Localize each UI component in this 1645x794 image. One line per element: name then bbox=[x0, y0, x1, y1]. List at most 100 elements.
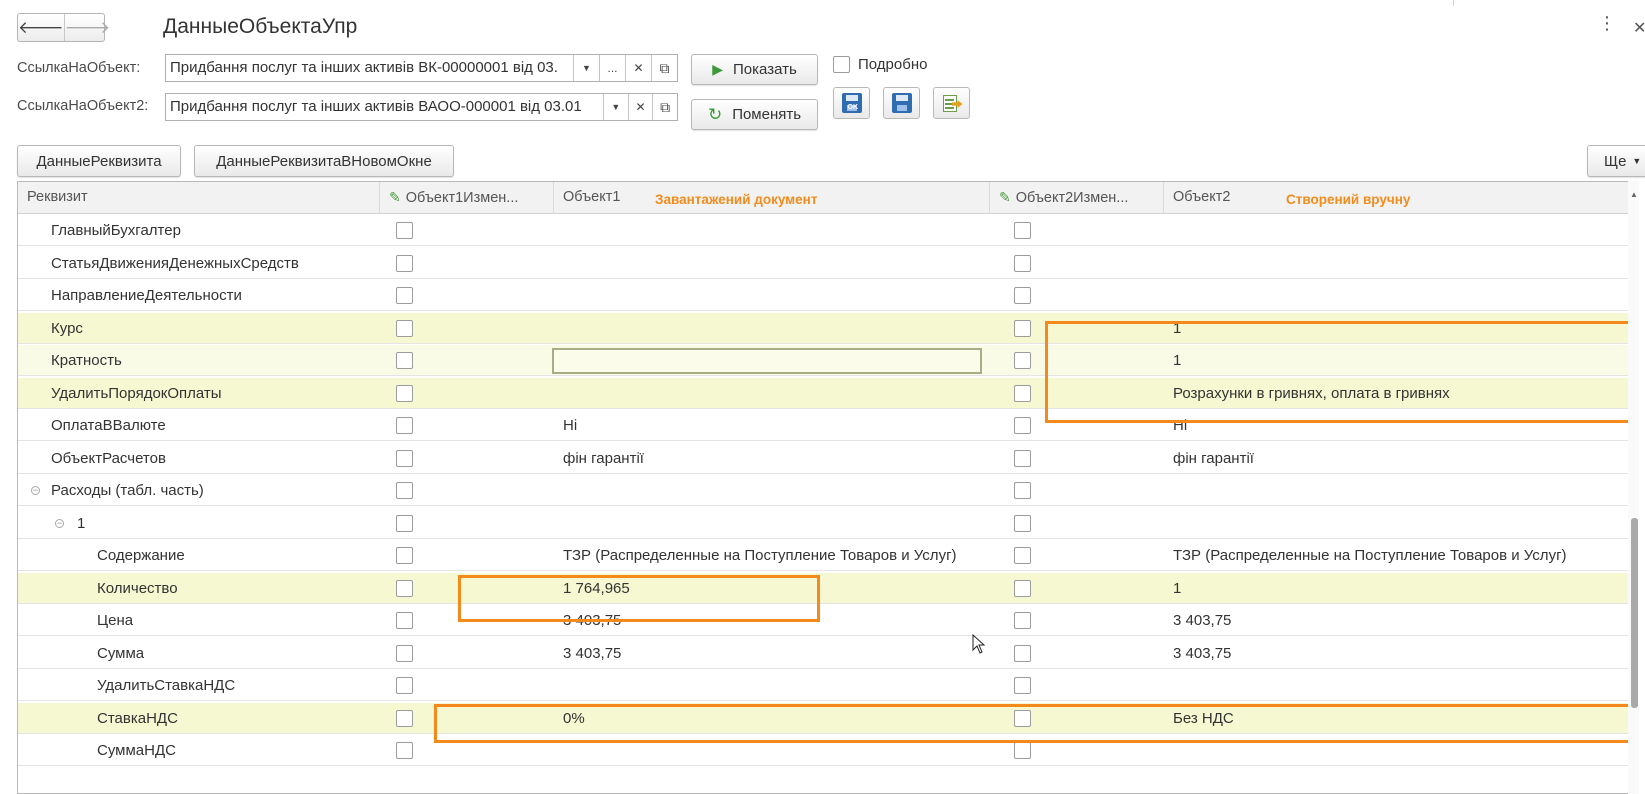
obj2-changed-checkbox[interactable] bbox=[1014, 417, 1031, 434]
table-row[interactable]: УдалитьСтавкаНДС bbox=[18, 670, 1638, 701]
save-ok-icon-label: OK bbox=[847, 104, 859, 111]
scrollbar-thumb[interactable] bbox=[1631, 518, 1638, 708]
table-row[interactable]: Цена 3 403,75 3 403,75 bbox=[18, 605, 1638, 636]
table-row[interactable]: Сумма 3 403,75 3 403,75 bbox=[18, 638, 1638, 669]
attribute-name: СтавкаНДС bbox=[97, 709, 178, 727]
obj2-value[interactable]: фін гарантії bbox=[1173, 443, 1254, 474]
table-row[interactable]: НаправлениеДеятельности bbox=[18, 280, 1638, 311]
table-row[interactable]: −1 bbox=[18, 508, 1638, 539]
obj2-changed-checkbox[interactable] bbox=[1014, 319, 1031, 337]
obj2-changed-checkbox[interactable] bbox=[1014, 449, 1031, 467]
save-icon bbox=[891, 93, 912, 113]
obj1-changed-checkbox[interactable] bbox=[396, 482, 413, 499]
scroll-up-icon[interactable]: ▲ bbox=[1630, 190, 1638, 199]
column-header-attribute[interactable]: Реквизит bbox=[18, 182, 380, 214]
swap-button[interactable]: ↻ Поменять bbox=[691, 99, 818, 130]
obj1-changed-checkbox[interactable] bbox=[396, 319, 413, 337]
obj1-changed-checkbox[interactable] bbox=[396, 384, 413, 402]
obj2-changed-checkbox[interactable] bbox=[1014, 482, 1031, 499]
ellipsis-icon[interactable]: ... bbox=[599, 55, 625, 81]
table-row[interactable]: − Расходы (табл. часть) bbox=[18, 475, 1638, 506]
obj2-changed-checkbox[interactable] bbox=[1014, 287, 1031, 304]
obj2-value[interactable]: 1 bbox=[1173, 573, 1181, 604]
obj2-changed-checkbox[interactable] bbox=[1014, 579, 1031, 597]
obj1-changed-checkbox[interactable] bbox=[396, 287, 413, 304]
attr-data-new-window-button[interactable]: ДанныеРеквизитаВНовомОкне bbox=[194, 145, 454, 177]
table-row[interactable]: Содержание ТЗР (Распределенные на Поступл… bbox=[18, 540, 1638, 571]
pencil-icon: ✎ bbox=[999, 189, 1011, 205]
obj2-changed-checkbox[interactable] bbox=[1014, 254, 1031, 272]
ref2-field[interactable]: Придбання послуг та інших активів ВАОО-0… bbox=[165, 93, 678, 121]
ref1-field[interactable]: Придбання послуг та інших активів ВК-000… bbox=[165, 54, 678, 82]
table-row[interactable]: Количество 1 764,965 1 bbox=[18, 572, 1638, 604]
obj1-changed-checkbox[interactable] bbox=[396, 254, 413, 272]
obj2-changed-checkbox[interactable] bbox=[1014, 612, 1031, 629]
obj2-changed-checkbox[interactable] bbox=[1014, 742, 1031, 759]
attribute-name: 1 bbox=[77, 514, 86, 532]
show-button[interactable]: ▶ Показать bbox=[691, 54, 818, 85]
open-icon[interactable]: ⧉ bbox=[651, 55, 677, 81]
save-ok-button[interactable]: OK bbox=[833, 87, 870, 119]
attr-data-button[interactable]: ДанныеРеквизита bbox=[17, 145, 181, 177]
obj1-changed-checkbox[interactable] bbox=[396, 352, 413, 369]
annotation-box-quantity bbox=[458, 575, 820, 622]
save-button[interactable] bbox=[883, 87, 920, 119]
obj1-value[interactable]: ТЗР (Распределенные на Поступление Товар… bbox=[563, 540, 957, 571]
collapse-icon[interactable]: − bbox=[55, 518, 64, 528]
obj1-changed-checkbox[interactable] bbox=[396, 547, 413, 564]
collapse-icon[interactable]: − bbox=[31, 486, 40, 495]
table-row[interactable]: СтатьяДвиженияДенежныхСредств bbox=[18, 248, 1638, 279]
ref2-value[interactable]: Придбання послуг та інших активів ВАОО-0… bbox=[166, 94, 603, 120]
obj2-value[interactable]: 3 403,75 bbox=[1173, 605, 1231, 636]
obj2-changed-checkbox[interactable] bbox=[1014, 222, 1031, 239]
obj1-changed-checkbox[interactable] bbox=[396, 449, 413, 467]
show-button-label: Показать bbox=[733, 61, 797, 78]
obj1-value[interactable]: 3 403,75 bbox=[563, 638, 621, 669]
attribute-name: НаправлениеДеятельности bbox=[51, 287, 242, 304]
obj1-changed-checkbox[interactable] bbox=[396, 579, 413, 597]
obj1-changed-checkbox[interactable] bbox=[396, 514, 413, 532]
obj2-changed-checkbox[interactable] bbox=[1014, 547, 1031, 564]
obj2-changed-checkbox[interactable] bbox=[1014, 644, 1031, 662]
detail-checkbox[interactable] bbox=[833, 56, 850, 73]
table-row[interactable]: ОбъектРасчетов фін гарантії фін гарантії bbox=[18, 443, 1638, 474]
obj1-changed-checkbox[interactable] bbox=[396, 612, 413, 629]
dropdown-arrow-icon[interactable]: ▼ bbox=[603, 94, 628, 120]
clear-icon[interactable]: ✕ bbox=[627, 94, 653, 120]
obj1-edit-field[interactable] bbox=[552, 348, 982, 374]
obj1-changed-checkbox[interactable] bbox=[396, 709, 413, 727]
ref1-value[interactable]: Придбання послуг та інших активів ВК-000… bbox=[166, 55, 573, 81]
clear-icon[interactable]: ✕ bbox=[625, 55, 651, 81]
attribute-name: Содержание bbox=[97, 547, 185, 564]
obj1-changed-checkbox[interactable] bbox=[396, 417, 413, 434]
more-vertical-icon[interactable]: ⋮ bbox=[1598, 14, 1616, 32]
obj2-changed-checkbox[interactable] bbox=[1014, 514, 1031, 532]
obj2-changed-checkbox[interactable] bbox=[1014, 352, 1031, 369]
obj1-changed-checkbox[interactable] bbox=[396, 644, 413, 662]
attribute-name: СтатьяДвиженияДенежныхСредств bbox=[51, 254, 299, 272]
obj2-changed-checkbox[interactable] bbox=[1014, 384, 1031, 402]
column-header-obj2-changed[interactable]: ✎ Объект2Измен... bbox=[990, 182, 1164, 214]
obj1-value[interactable]: Ні bbox=[563, 410, 577, 441]
obj2-changed-checkbox[interactable] bbox=[1014, 677, 1031, 694]
obj1-changed-checkbox[interactable] bbox=[396, 222, 413, 239]
dropdown-arrow-icon[interactable]: ▼ bbox=[573, 55, 599, 81]
export-button[interactable] bbox=[933, 87, 970, 119]
back-arrow-icon[interactable]: 🡐 bbox=[18, 14, 64, 41]
column-header-obj1-changed[interactable]: ✎ Объект1Измен... bbox=[380, 182, 554, 214]
mouse-cursor-icon bbox=[972, 634, 985, 654]
table-row[interactable]: ГлавныйБухгалтер bbox=[18, 215, 1638, 246]
forward-arrow-icon[interactable]: 🡒 bbox=[63, 14, 110, 41]
close-icon[interactable]: ✕ bbox=[1633, 18, 1645, 38]
more-button-label: Ще bbox=[1604, 152, 1627, 170]
detail-label: Подробно bbox=[858, 56, 928, 73]
table-header: Реквизит ✎ Объект1Измен... Объект1 Завант… bbox=[18, 182, 1638, 214]
obj1-value[interactable]: фін гарантії bbox=[563, 443, 644, 474]
more-button[interactable]: Ще ▼ bbox=[1587, 145, 1645, 177]
obj1-changed-checkbox[interactable] bbox=[396, 742, 413, 759]
chevron-down-icon: ▼ bbox=[1632, 156, 1642, 166]
obj2-value[interactable]: ТЗР (Распределенные на Поступление Товар… bbox=[1173, 540, 1567, 571]
obj1-changed-checkbox[interactable] bbox=[396, 677, 413, 694]
open-icon[interactable]: ⧉ bbox=[652, 94, 678, 120]
obj2-value[interactable]: 3 403,75 bbox=[1173, 638, 1231, 669]
